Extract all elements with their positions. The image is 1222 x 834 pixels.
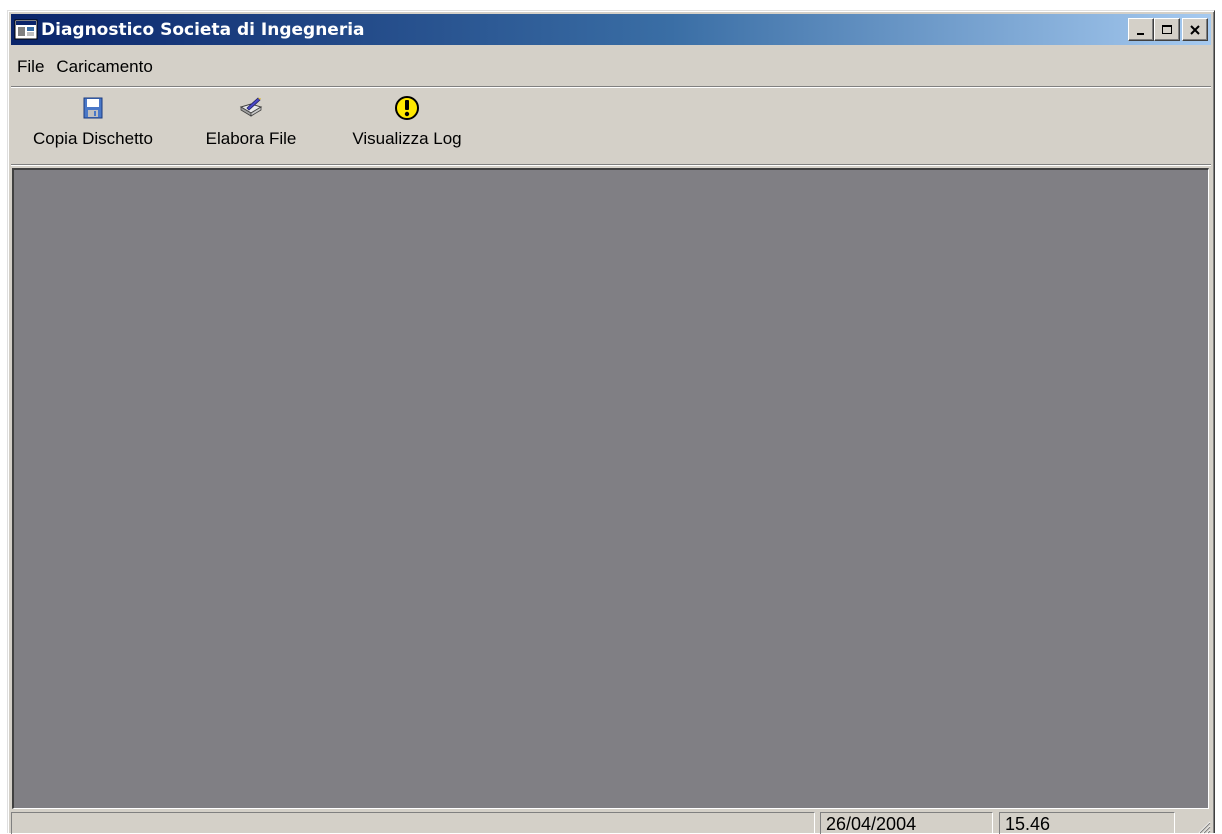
menu-bar: File Caricamento <box>11 53 1211 81</box>
mdi-client-area[interactable] <box>12 168 1209 809</box>
close-icon <box>1190 24 1200 35</box>
menu-separator <box>11 86 1211 88</box>
toolbar: Copia Dischetto Elabora File Visualizza … <box>11 91 1211 161</box>
copia-dischetto-label: Copia Dischetto <box>32 129 153 148</box>
menu-caricamento[interactable]: Caricamento <box>50 54 158 80</box>
maximize-button[interactable] <box>1154 18 1180 41</box>
app-window-icon[interactable] <box>14 18 38 42</box>
minimize-button[interactable] <box>1128 18 1154 41</box>
elabora-file-label: Elabora File <box>205 129 297 148</box>
main-window: Diagnostico Societa di Ingegneria File C… <box>7 10 1215 834</box>
minimize-icon <box>1137 32 1144 35</box>
window-title: Diagnostico Societa di Ingegneria <box>41 19 365 40</box>
warning-icon <box>393 94 421 122</box>
menu-file[interactable]: File <box>11 54 50 80</box>
copia-dischetto-button[interactable]: Copia Dischetto <box>17 91 169 161</box>
close-button[interactable] <box>1182 18 1208 41</box>
elabora-file-button[interactable]: Elabora File <box>191 91 311 161</box>
status-bar: 26/04/2004 15.46 <box>11 812 1211 834</box>
status-panel-date: 26/04/2004 <box>820 812 993 834</box>
status-panel-message <box>11 812 815 834</box>
toolbar-separator <box>11 164 1211 166</box>
title-bar[interactable]: Diagnostico Societa di Ingegneria <box>11 14 1211 45</box>
maximize-icon <box>1162 24 1172 34</box>
floppy-disk-icon <box>79 94 107 122</box>
edit-document-icon <box>237 94 265 122</box>
status-panel-time: 15.46 <box>999 812 1175 834</box>
caption-buttons <box>1128 18 1208 41</box>
visualizza-log-label: Visualizza Log <box>352 129 462 148</box>
visualizza-log-button[interactable]: Visualizza Log <box>337 91 477 161</box>
resize-grip-icon[interactable] <box>1195 818 1211 834</box>
